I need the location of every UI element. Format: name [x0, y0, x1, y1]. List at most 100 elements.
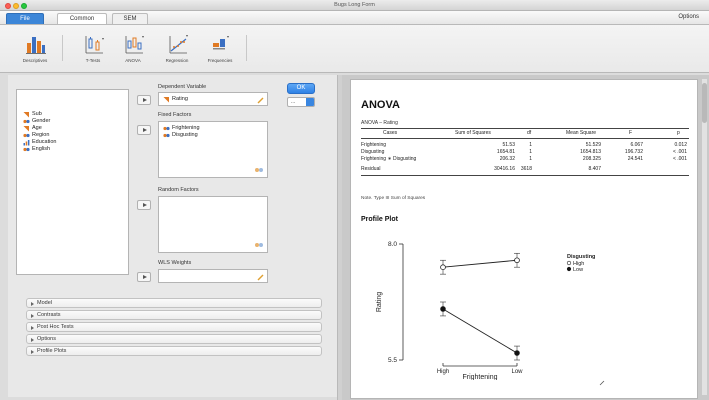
ordinal-variable-icon [23, 140, 30, 146]
fixed-factors-label: Fixed Factors [158, 112, 192, 118]
cursor-icon [599, 380, 605, 386]
x-tick-label: Low [511, 369, 523, 375]
chevron-down-icon [306, 98, 314, 106]
column-header: p [677, 130, 680, 136]
frequencies-icon [213, 36, 229, 50]
scale-variable-icon [163, 97, 169, 103]
table-note: Note. Type III Sum of Squares [361, 196, 426, 201]
frequencies-button[interactable]: Frequencies [205, 31, 235, 69]
nominal-variable-icon [23, 119, 30, 124]
tab-common[interactable]: Common [57, 13, 107, 24]
analysis-ribbon: Descriptives T-Tests ANOVA Regression Fr… [0, 25, 709, 73]
series-high [440, 252, 520, 275]
table-rule [361, 138, 689, 139]
legend-title: Disgusting [567, 254, 595, 260]
profile-plot: 8.0 5.5 Rating High Low Frightening Disgustin… [376, 241, 595, 380]
ribbon-divider [62, 35, 63, 61]
data-point [440, 306, 446, 312]
table-caption: ANOVA – Rating [361, 120, 398, 126]
title-bar: Bugs Long Form [0, 0, 709, 11]
window-title: Bugs Long Form [334, 2, 375, 8]
section-options[interactable]: Options [26, 334, 322, 344]
anova-icon [125, 36, 144, 54]
scrollbar-thumb[interactable] [702, 83, 707, 123]
descriptives-button[interactable]: Descriptives [20, 31, 50, 69]
random-factors-box[interactable] [158, 196, 268, 253]
y-tick-label: 8.0 [388, 241, 397, 248]
move-to-fixed-factors-button[interactable] [137, 125, 151, 135]
move-to-random-factors-button[interactable] [137, 200, 151, 210]
section-post-hoc-tests[interactable]: Post Hoc Tests [26, 322, 322, 332]
tab-sem[interactable]: SEM [112, 13, 148, 24]
data-point [514, 350, 520, 356]
pencil-icon [257, 274, 264, 281]
results-page: ANOVA ANOVA – Rating Cases Sum of Square… [350, 79, 698, 399]
random-factors-label: Random Factors [158, 187, 199, 193]
section-profile-plots[interactable]: Profile Plots [26, 346, 322, 356]
regression-icon [169, 35, 188, 54]
nominal-variable-icon [23, 133, 30, 138]
column-header: Mean Square [566, 130, 597, 136]
bar-chart-icon [26, 37, 46, 54]
legend-marker [566, 260, 572, 266]
descriptives-label: Descriptives [22, 58, 48, 63]
column-header: F [629, 130, 633, 136]
mode-select-value: ... [291, 99, 296, 105]
frequencies-label: Frequencies [207, 58, 233, 63]
tab-bar: File Common SEM Options [0, 11, 709, 25]
y-axis-label: Rating [376, 292, 383, 312]
nominal-variable-icon [255, 243, 263, 247]
anova-label: ANOVA [125, 58, 141, 63]
column-header: df [527, 130, 532, 136]
analysis-options-panel: Sub Gender Age Region Education English … [8, 75, 341, 397]
scale-variable-icon [23, 126, 29, 132]
data-point [514, 257, 520, 264]
wls-weights-box[interactable] [158, 269, 268, 283]
x-axis-label: Frightening [462, 374, 497, 380]
results-title: ANOVA [361, 99, 400, 111]
ribbon-divider [246, 35, 247, 61]
section-model[interactable]: Model [26, 298, 322, 308]
nominal-variable-icon [163, 126, 170, 131]
anova-button[interactable]: ANOVA [118, 31, 148, 69]
series-low [440, 301, 520, 361]
ok-button[interactable]: OK [287, 83, 315, 94]
nominal-variable-icon [23, 112, 29, 118]
plot-title: Profile Plot [361, 216, 398, 223]
move-to-dependent-button[interactable] [137, 95, 151, 105]
nominal-variable-icon [23, 147, 30, 152]
legend-marker [566, 266, 572, 272]
plot-legend: DisgustingHighLow [566, 254, 595, 273]
t-tests-label: T-Tests [85, 58, 101, 63]
fixed-factors-box[interactable]: Frightening Disgusting [158, 121, 268, 178]
dependent-variable-label: Dependent Variable [158, 84, 207, 90]
tab-file[interactable]: File [6, 13, 44, 24]
plot-marks: DisgustingHighLow [440, 252, 595, 361]
data-point [440, 264, 446, 270]
table-rule [361, 128, 689, 129]
results-scrollbar[interactable] [702, 79, 707, 395]
t-tests-button[interactable]: T-Tests [78, 31, 108, 69]
variable-list[interactable]: Sub Gender Age Region Education English [16, 89, 129, 275]
series-line [442, 259, 518, 268]
regression-label: Regression [165, 58, 189, 63]
mode-select[interactable]: ... [287, 97, 315, 107]
options-menu[interactable]: Options [678, 14, 699, 20]
t-test-icon [85, 36, 104, 54]
move-to-wls-weights-button[interactable] [137, 272, 151, 282]
table-rule [361, 175, 689, 176]
legend-entry: Low [573, 267, 583, 273]
nominal-variable-icon [255, 168, 263, 172]
series-line [442, 308, 518, 354]
dependent-variable-box[interactable]: Rating [158, 92, 268, 106]
nominal-variable-icon [163, 133, 170, 138]
column-header: Cases [383, 130, 398, 136]
regression-button[interactable]: Regression [162, 31, 192, 69]
x-tick-label: High [437, 369, 449, 375]
wls-weights-label: WLS Weights [158, 260, 192, 266]
section-contrasts[interactable]: Contrasts [26, 310, 322, 320]
column-header: Sum of Squares [455, 130, 491, 136]
results-panel: ANOVA ANOVA – Rating Cases Sum of Square… [342, 75, 709, 400]
y-tick-label: 5.5 [388, 357, 397, 364]
pencil-icon [257, 97, 264, 104]
